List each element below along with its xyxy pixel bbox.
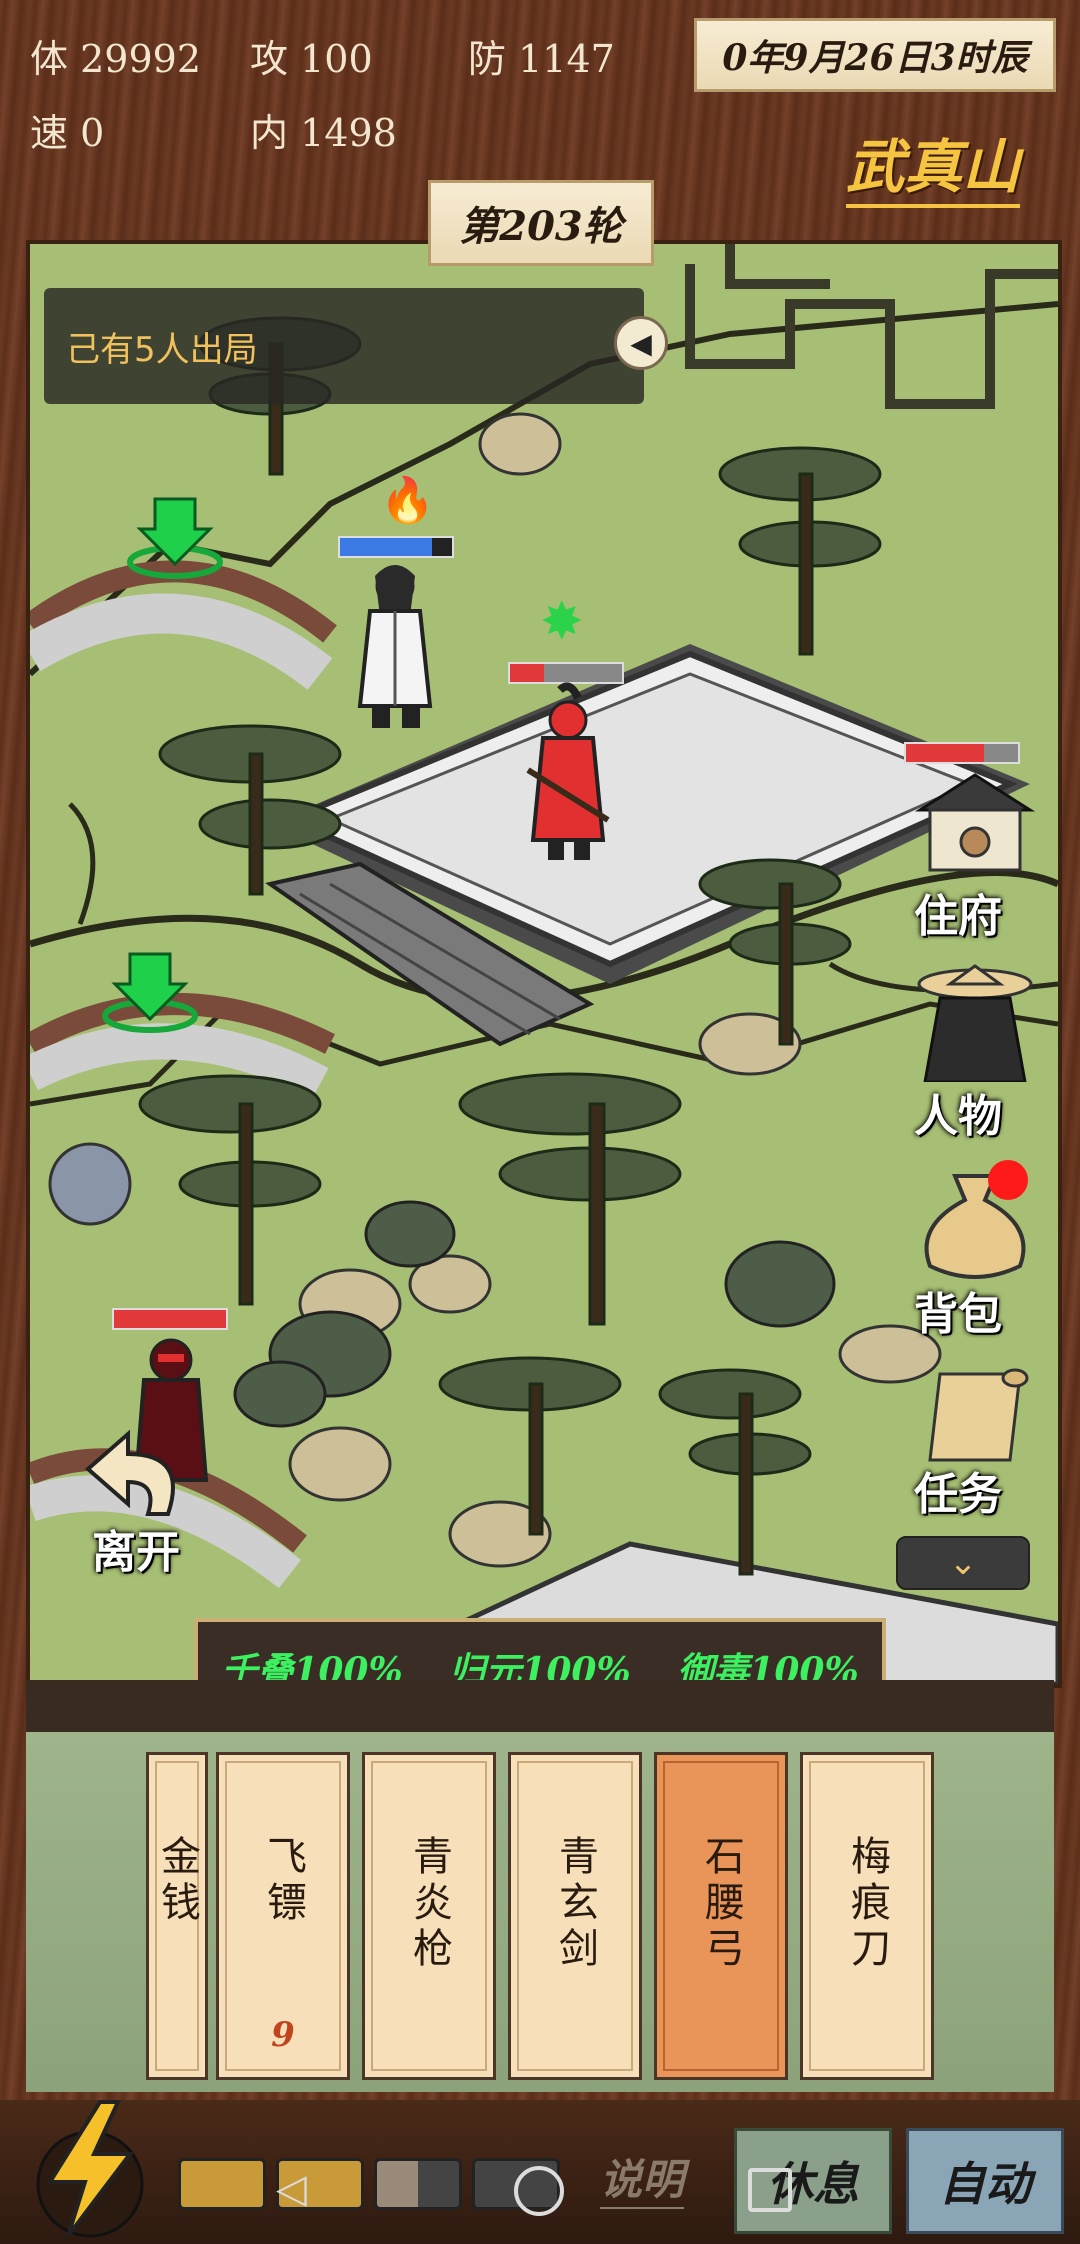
player-mana-bar xyxy=(338,536,454,558)
leave-label: 离开 xyxy=(92,1527,180,1578)
round-counter: 第203轮 xyxy=(428,180,654,266)
backpack-button[interactable]: 背包 xyxy=(890,1160,1060,1340)
lightning-icon[interactable] xyxy=(30,2098,150,2238)
masked-enemy-health-bar xyxy=(112,1308,228,1330)
date-display: 0年9月26日3时辰 xyxy=(694,18,1056,92)
card-name: 石腰弓 xyxy=(698,1835,744,1973)
attack-stat: 攻 100 xyxy=(250,37,373,81)
card-name: 青炎枪 xyxy=(406,1835,452,1973)
divider-strip xyxy=(26,1680,1054,1732)
expand-menu-chevron-icon[interactable]: ⌄ xyxy=(896,1536,1030,1590)
collapse-notice-icon[interactable]: ◀ xyxy=(614,316,668,370)
residence-button[interactable]: 住府 xyxy=(890,770,1060,950)
character-icon xyxy=(917,964,1033,1082)
enemy-right-health-bar xyxy=(904,742,1020,764)
skill-card[interactable]: 梅痕刀 xyxy=(800,1752,934,2080)
notice-banner: 己有5人出局 xyxy=(44,288,644,404)
red-warrior-enemy[interactable] xyxy=(518,680,618,870)
card-name: 金钱 xyxy=(154,1835,200,1927)
poison-status-icon: ✸ xyxy=(540,592,584,652)
defense-stat: 防 1147 xyxy=(468,37,615,81)
card-name: 青玄剑 xyxy=(552,1835,598,1973)
fire-status-icon: 🔥 xyxy=(380,475,435,526)
card-count: 9 xyxy=(271,2015,295,2055)
skill-card[interactable]: 飞镖 9 xyxy=(216,1752,350,2080)
location-title: 武真山 xyxy=(846,120,1021,208)
explain-button[interactable]: 说明 xyxy=(600,2146,685,2209)
residence-icon xyxy=(914,773,1036,872)
character-label: 人物 xyxy=(914,1091,1002,1142)
notification-dot xyxy=(988,1160,1028,1200)
return-arrow-icon xyxy=(84,1429,175,1516)
player-character[interactable] xyxy=(350,556,440,736)
skill-card[interactable]: 青玄剑 xyxy=(508,1752,642,2080)
quest-label: 任务 xyxy=(914,1469,1002,1520)
character-button[interactable]: 人物 xyxy=(890,962,1060,1142)
leave-button[interactable]: 离开 xyxy=(58,1424,198,1578)
speed-stat: 速 0 xyxy=(30,111,105,155)
card-name: 飞镖 xyxy=(260,1835,306,1927)
card-name: 梅痕刀 xyxy=(844,1835,890,1973)
skill-card-selected[interactable]: 石腰弓 xyxy=(654,1752,788,2080)
skill-card[interactable]: 金钱 xyxy=(146,1752,208,2080)
backpack-label: 背包 xyxy=(914,1289,1002,1340)
quest-button[interactable]: 任务 xyxy=(890,1360,1060,1540)
hp-stat: 体 29992 xyxy=(30,37,201,81)
inner-power-stat: 内 1498 xyxy=(250,111,397,155)
residence-label: 住府 xyxy=(914,891,1002,942)
nav-back-icon[interactable]: ◁ xyxy=(276,2166,307,2212)
energy-slot xyxy=(178,2158,266,2210)
auto-button[interactable]: 自动 xyxy=(906,2128,1064,2234)
nav-home-icon[interactable] xyxy=(514,2166,564,2216)
skill-card[interactable]: 青炎枪 xyxy=(362,1752,496,2080)
notice-text: 己有5人出局 xyxy=(66,330,258,370)
energy-slot xyxy=(374,2158,462,2210)
nav-recents-icon[interactable] xyxy=(748,2168,792,2212)
